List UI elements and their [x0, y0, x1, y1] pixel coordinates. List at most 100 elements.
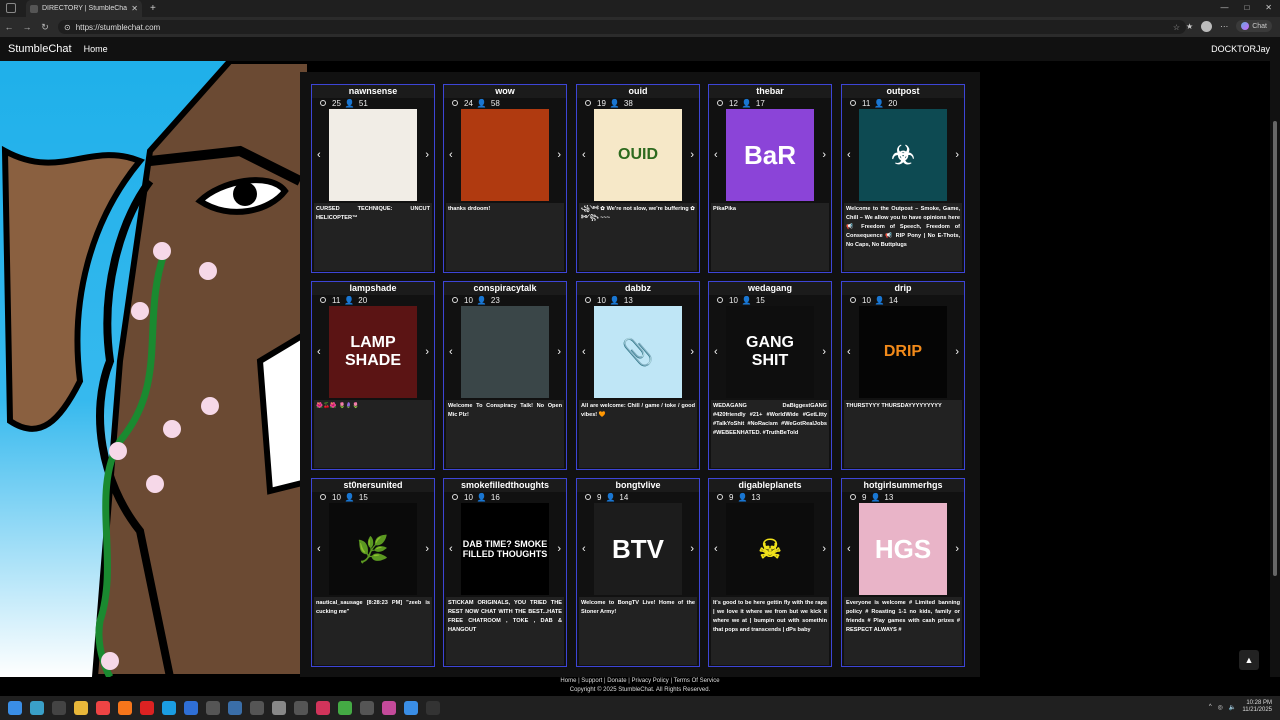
room-thumbnail[interactable]: ‹ GANG SHIT ›: [709, 306, 831, 398]
room-name[interactable]: wedagang: [709, 282, 831, 295]
prev-arrow-icon[interactable]: ‹: [714, 149, 718, 161]
minimize-button[interactable]: —: [1220, 3, 1228, 12]
app-icon[interactable]: [228, 701, 242, 715]
room-name[interactable]: thebar: [709, 85, 831, 98]
room-thumbnail[interactable]: ‹ 🌿 ›: [312, 503, 434, 595]
file-explorer-icon[interactable]: [74, 701, 88, 715]
next-arrow-icon[interactable]: ›: [425, 149, 429, 161]
next-arrow-icon[interactable]: ›: [690, 149, 694, 161]
room-card[interactable]: outpost 11 👤 20 ‹ ☣ › Welcome to the Outpost – …: [841, 84, 965, 273]
username-link[interactable]: DOCKTORJay: [1211, 44, 1270, 54]
prev-arrow-icon[interactable]: ‹: [582, 346, 586, 358]
app-icon[interactable]: [360, 701, 374, 715]
tray-chevron-icon[interactable]: ^: [1209, 704, 1212, 710]
room-image[interactable]: BTV: [594, 503, 682, 595]
room-name[interactable]: conspiracytalk: [444, 282, 566, 295]
scroll-to-top-button[interactable]: ▲: [1239, 650, 1259, 670]
prev-arrow-icon[interactable]: ‹: [714, 346, 718, 358]
next-arrow-icon[interactable]: ›: [425, 346, 429, 358]
room-card[interactable]: ouid 19 👤 38 ‹ OUID › ꧁༺ ✿ We're not slow, we'r…: [576, 84, 700, 273]
close-tab-icon[interactable]: ✕: [131, 4, 138, 13]
room-thumbnail[interactable]: ‹ ›: [444, 306, 566, 398]
back-icon[interactable]: ←: [0, 22, 18, 32]
copilot-taskbar-icon[interactable]: [30, 701, 44, 715]
tiktok-icon[interactable]: [316, 701, 330, 715]
next-arrow-icon[interactable]: ›: [822, 346, 826, 358]
start-icon[interactable]: [8, 701, 22, 715]
next-arrow-icon[interactable]: ›: [557, 149, 561, 161]
app-icon[interactable]: [206, 701, 220, 715]
app-icon[interactable]: [338, 701, 352, 715]
room-thumbnail[interactable]: ‹ DRIP ›: [842, 306, 964, 398]
room-image[interactable]: LAMP SHADE: [329, 306, 417, 398]
url-bar[interactable]: ⊙ https://stumblechat.com ☆: [58, 20, 1186, 34]
prev-arrow-icon[interactable]: ‹: [317, 346, 321, 358]
next-arrow-icon[interactable]: ›: [557, 346, 561, 358]
room-card[interactable]: st0nersunited 10 👤 15 ‹ 🌿 › nautical_sausage [8…: [311, 478, 435, 667]
next-arrow-icon[interactable]: ›: [425, 543, 429, 555]
profile-avatar[interactable]: [1201, 20, 1213, 32]
chrome-icon[interactable]: [96, 701, 110, 715]
room-thumbnail[interactable]: ‹ ☣ ›: [842, 109, 964, 201]
browser-tab[interactable]: DIRECTORY | StumbleChat.com ✕: [26, 0, 142, 17]
next-arrow-icon[interactable]: ›: [822, 543, 826, 555]
prev-arrow-icon[interactable]: ‹: [714, 543, 718, 555]
prev-arrow-icon[interactable]: ‹: [449, 543, 453, 555]
room-image[interactable]: ☠: [726, 503, 814, 595]
terminal-icon[interactable]: [426, 701, 440, 715]
room-card[interactable]: bongtvlive 9 👤 14 ‹ BTV › Welcome to BongTV Liv…: [576, 478, 700, 667]
room-image[interactable]: DAB TIME? SMOKE FILLED THOUGHTS: [461, 503, 549, 595]
room-card[interactable]: smokefilledthoughts 10 👤 16 ‹ DAB TIME? SMOKE…: [443, 478, 567, 667]
room-thumbnail[interactable]: ‹ HGS ›: [842, 503, 964, 595]
room-name[interactable]: st0nersunited: [312, 479, 434, 492]
network-icon[interactable]: ◎: [1218, 704, 1223, 711]
app-icon[interactable]: [294, 701, 308, 715]
room-image[interactable]: GANG SHIT: [726, 306, 814, 398]
room-thumbnail[interactable]: ‹ BaR ›: [709, 109, 831, 201]
firefox-icon[interactable]: [118, 701, 132, 715]
room-card[interactable]: drip 10 👤 14 ‹ DRIP › THURSTYYY THURSDAYYYYYYYY…: [841, 281, 965, 470]
next-arrow-icon[interactable]: ›: [955, 346, 959, 358]
room-name[interactable]: smokefilledthoughts: [444, 479, 566, 492]
room-thumbnail[interactable]: ‹ LAMP SHADE ›: [312, 306, 434, 398]
next-arrow-icon[interactable]: ›: [690, 543, 694, 555]
room-image[interactable]: ☣: [859, 109, 947, 201]
forward-icon[interactable]: →: [18, 22, 36, 32]
room-name[interactable]: bongtvlive: [577, 479, 699, 492]
prev-arrow-icon[interactable]: ‹: [847, 543, 851, 555]
app-icon[interactable]: [250, 701, 264, 715]
reload-icon[interactable]: ↻: [36, 22, 54, 33]
volume-icon[interactable]: 🔈: [1229, 704, 1236, 711]
room-image[interactable]: 🌿: [329, 503, 417, 595]
next-arrow-icon[interactable]: ›: [690, 346, 694, 358]
site-info-icon[interactable]: ⊙: [64, 23, 71, 32]
room-image[interactable]: 📎: [594, 306, 682, 398]
room-card[interactable]: lampshade 11 👤 20 ‹ LAMP SHADE › 🌺🍒🌺 🌷🪻🌷: [311, 281, 435, 470]
edge-icon[interactable]: [162, 701, 176, 715]
site-brand[interactable]: StumbleChat: [8, 43, 72, 55]
room-card[interactable]: wow 24 👤 58 ‹ › thanks drdoom!: [443, 84, 567, 273]
app-icon[interactable]: [404, 701, 418, 715]
room-card[interactable]: nawnsense 25 👤 51 ‹ › CURSED TECHNIQUE: UNCUT …: [311, 84, 435, 273]
settings-icon[interactable]: [272, 701, 286, 715]
prev-arrow-icon[interactable]: ‹: [847, 346, 851, 358]
room-name[interactable]: dabbz: [577, 282, 699, 295]
room-thumbnail[interactable]: ‹ ☠ ›: [709, 503, 831, 595]
room-thumbnail[interactable]: ‹ OUID ›: [577, 109, 699, 201]
room-name[interactable]: nawnsense: [312, 85, 434, 98]
prev-arrow-icon[interactable]: ‹: [449, 149, 453, 161]
favorites-icon[interactable]: ★: [1186, 22, 1193, 31]
room-thumbnail[interactable]: ‹ 📎 ›: [577, 306, 699, 398]
room-name[interactable]: ouid: [577, 85, 699, 98]
prev-arrow-icon[interactable]: ‹: [582, 543, 586, 555]
opera-icon[interactable]: [140, 701, 154, 715]
copilot-chat-button[interactable]: Chat: [1236, 20, 1272, 32]
room-card[interactable]: dabbz 10 👤 13 ‹ 📎 › All are welcome: Chill / ga…: [576, 281, 700, 470]
maximize-button[interactable]: □: [1244, 3, 1249, 12]
task-view-icon[interactable]: [52, 701, 66, 715]
next-arrow-icon[interactable]: ›: [822, 149, 826, 161]
next-arrow-icon[interactable]: ›: [955, 149, 959, 161]
room-card[interactable]: hotgirlsummerhgs 9 👤 13 ‹ HGS › Everyone is wel…: [841, 478, 965, 667]
room-card[interactable]: wedagang 10 👤 15 ‹ GANG SHIT › WEDAGANG DaBigge…: [708, 281, 832, 470]
home-link[interactable]: Home: [84, 44, 108, 54]
